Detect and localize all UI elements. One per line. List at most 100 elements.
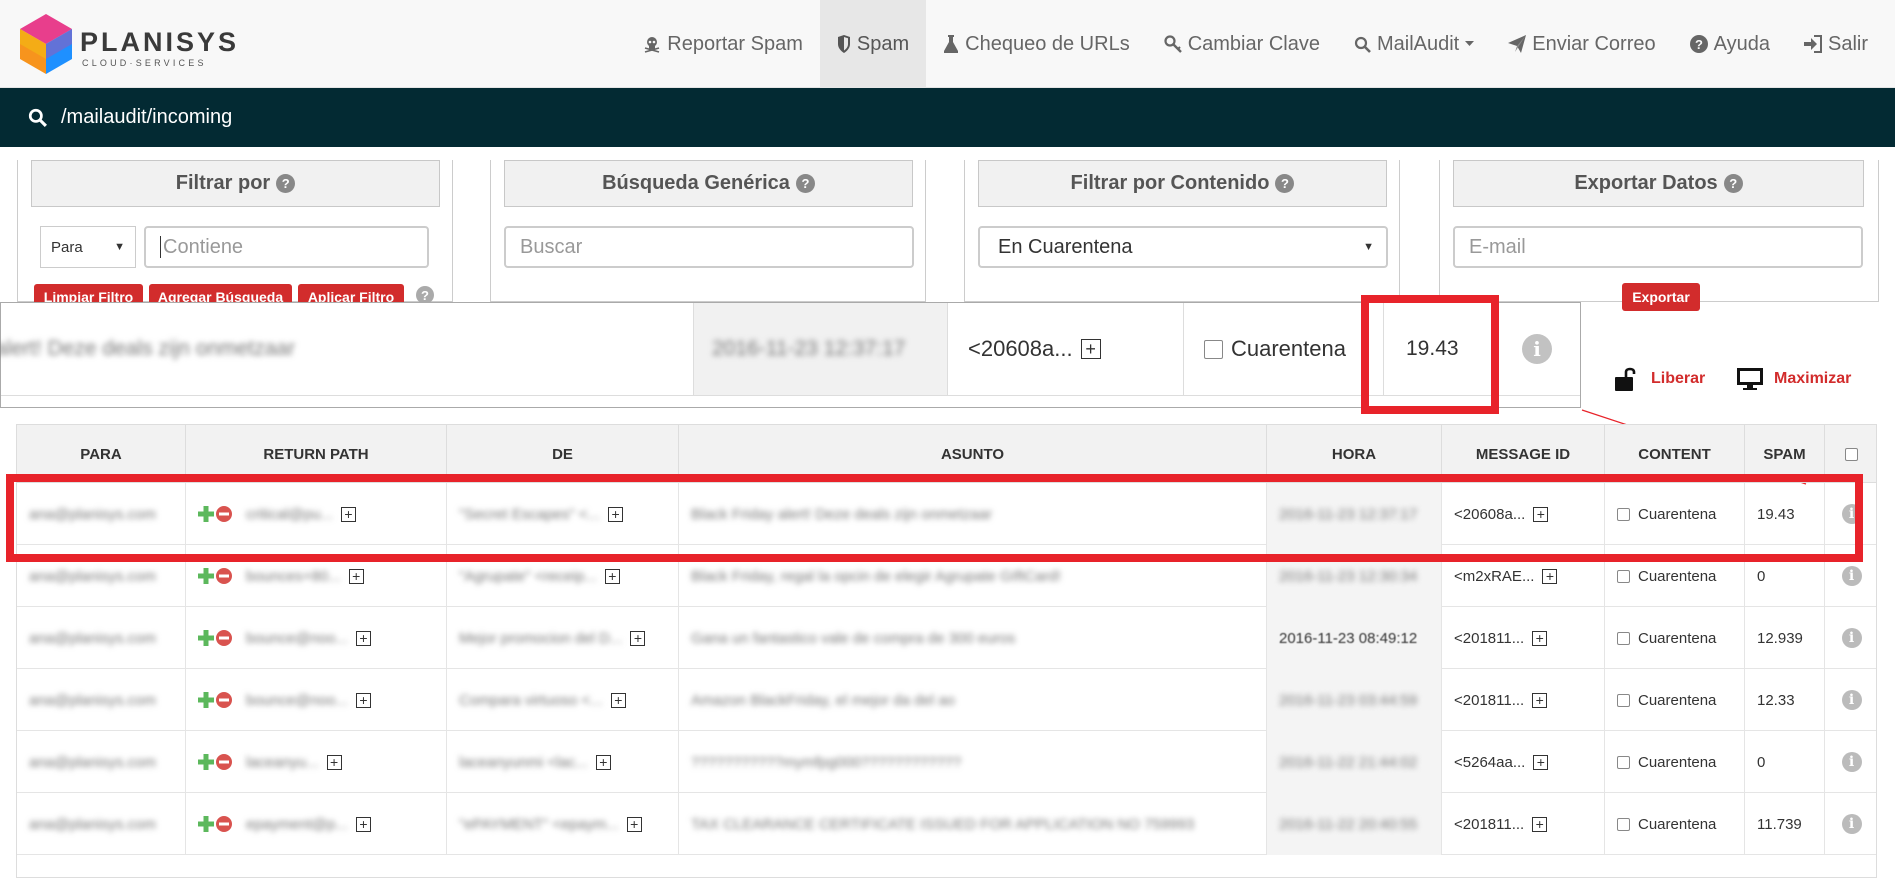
whitelist-blacklist-controls xyxy=(198,816,232,832)
expand-plus-icon[interactable]: + xyxy=(595,754,611,770)
expand-plus-icon[interactable]: + xyxy=(1532,692,1548,708)
quarantine-checkbox[interactable] xyxy=(1617,693,1630,707)
cell-message-id: <201811... + xyxy=(1442,669,1605,731)
quarantine-checkbox[interactable] xyxy=(1617,817,1630,831)
cell-content: Cuarentena xyxy=(1605,607,1745,669)
asunto-value: ???????????mymfpg000???????????? xyxy=(691,753,962,771)
plus-green-icon[interactable] xyxy=(198,692,214,708)
hora-value: 2016-11-23 03:44:59 xyxy=(1279,691,1418,709)
para-value: ana@planisys.com xyxy=(29,815,156,833)
cell-para: ana@planisys.com xyxy=(17,793,186,855)
content-value: Cuarentena xyxy=(1638,753,1717,771)
plus-green-icon[interactable] xyxy=(198,816,214,832)
expand-plus-icon[interactable]: + xyxy=(610,692,626,708)
expand-plus-icon[interactable]: + xyxy=(1542,568,1558,584)
expand-plus-icon[interactable]: + xyxy=(1533,754,1549,770)
spam-score: 12.939 xyxy=(1757,629,1803,647)
cell-para: ana@planisys.com xyxy=(17,669,186,731)
expand-plus-icon[interactable]: + xyxy=(1532,816,1548,832)
minus-red-icon[interactable] xyxy=(216,754,232,770)
cell-return-path: bounce@noo... + xyxy=(186,607,447,669)
expand-plus-icon[interactable]: + xyxy=(1532,630,1548,646)
hora-value: 2016-11-22 20:40:55 xyxy=(1279,815,1418,833)
info-icon[interactable]: i xyxy=(1841,566,1862,586)
asunto-value: TAX CLEARANCE CERTIFICATE ISSUED FOR APP… xyxy=(691,815,1195,833)
asunto-value: Gana un fantastico vale de compra de 300… xyxy=(691,629,1016,647)
message-id-value: <201811... xyxy=(1454,691,1525,709)
monitor-icon xyxy=(1737,368,1763,390)
expand-plus-icon[interactable]: + xyxy=(326,754,342,770)
whitelist-blacklist-controls xyxy=(198,754,232,770)
expand-plus-icon[interactable]: + xyxy=(355,630,371,646)
message-id-value: <m2xRAE... xyxy=(1454,567,1535,585)
cell-spam: 11.739 xyxy=(1745,793,1825,855)
cell-hora: 2016-11-22 21:44:02 xyxy=(1267,731,1442,793)
info-icon[interactable]: i xyxy=(1841,690,1862,710)
cell-info: i xyxy=(1825,607,1876,669)
plus-green-icon[interactable] xyxy=(198,754,214,770)
minus-red-icon[interactable] xyxy=(216,630,232,646)
cell-asunto: Amazon BlackFriday, el mejor da del ao xyxy=(679,669,1267,731)
de-value: Mejor promocion del D... xyxy=(459,629,623,647)
cell-info: i xyxy=(1825,731,1876,793)
quarantine-checkbox[interactable] xyxy=(1617,569,1630,583)
spam-score: 0 xyxy=(1757,567,1766,585)
quarantine-checkbox[interactable] xyxy=(1617,631,1630,645)
return-path-value: bounce@noo... xyxy=(246,691,348,709)
table-row[interactable]: ana@planisys.com bounce@noo... + Compara… xyxy=(17,669,1876,731)
cell-de: Compara virtuoso <... + xyxy=(447,669,679,731)
maximizar-action[interactable]: Maximizar xyxy=(1736,362,1851,396)
whitelist-blacklist-controls xyxy=(198,568,232,584)
cell-para: ana@planisys.com xyxy=(17,607,186,669)
cell-spam: 12.33 xyxy=(1745,669,1825,731)
expand-plus-icon[interactable]: + xyxy=(604,568,620,584)
cell-content: Cuarentena xyxy=(1605,669,1745,731)
quarantine-checkbox[interactable] xyxy=(1617,755,1630,769)
maximizar-label: Maximizar xyxy=(1774,370,1852,387)
unlock-icon xyxy=(1615,367,1636,391)
expand-plus-icon[interactable]: + xyxy=(355,692,371,708)
minus-red-icon[interactable] xyxy=(216,816,232,832)
content-value: Cuarentena xyxy=(1638,691,1717,709)
table-row[interactable]: ana@planisys.com laceanyu... + laceanyun… xyxy=(17,731,1876,793)
info-icon[interactable]: i xyxy=(1841,752,1862,772)
whitelist-blacklist-controls xyxy=(198,630,232,646)
cell-return-path: epayment@p... + xyxy=(186,793,447,855)
cell-asunto: Gana un fantastico vale de compra de 300… xyxy=(679,607,1267,669)
minus-red-icon[interactable] xyxy=(216,692,232,708)
cell-message-id: <5264aa... + xyxy=(1442,731,1605,793)
plus-green-icon[interactable] xyxy=(198,630,214,646)
table-row[interactable]: ana@planisys.com epayment@p... + "ePAYME… xyxy=(17,793,1876,855)
whitelist-blacklist-controls xyxy=(198,692,232,708)
return-path-value: epayment@p... xyxy=(246,815,348,833)
cell-hora: 2016-11-22 20:40:55 xyxy=(1267,793,1442,855)
spam-score: 11.739 xyxy=(1757,815,1802,833)
plus-green-icon[interactable] xyxy=(198,568,214,584)
table-row[interactable]: ana@planisys.com bounce@noo... + Mejor p… xyxy=(17,607,1876,669)
cell-de: laceanyunmi <lac... + xyxy=(447,731,679,793)
cell-para: ana@planisys.com xyxy=(17,731,186,793)
return-path-value: laceanyu... xyxy=(246,753,319,771)
spam-score: 12.33 xyxy=(1757,691,1795,709)
expand-plus-icon[interactable]: + xyxy=(626,816,642,832)
info-icon[interactable]: i xyxy=(1841,814,1862,834)
expand-plus-icon[interactable]: + xyxy=(630,630,646,646)
liberar-action[interactable]: Liberar xyxy=(1613,362,1705,396)
hora-value: 2016-11-23 08:49:12 xyxy=(1279,629,1418,647)
message-id-value: <201811... xyxy=(1454,629,1525,647)
expand-plus-icon[interactable]: + xyxy=(355,816,371,832)
cell-content: Cuarentena xyxy=(1605,793,1745,855)
minus-red-icon[interactable] xyxy=(216,568,232,584)
cell-hora: 2016-11-23 08:49:12 xyxy=(1267,607,1442,669)
cell-message-id: <201811... + xyxy=(1442,607,1605,669)
select-all-checkbox[interactable] xyxy=(1845,447,1858,461)
info-icon[interactable]: i xyxy=(1841,628,1862,648)
para-value: ana@planisys.com xyxy=(29,629,156,647)
para-value: ana@planisys.com xyxy=(29,691,156,709)
content-value: Cuarentena xyxy=(1638,629,1717,647)
hora-value: 2016-11-23 12:30:34 xyxy=(1279,567,1418,585)
message-id-value: <5264aa... xyxy=(1454,753,1526,771)
expand-plus-icon[interactable]: + xyxy=(348,568,364,584)
asunto-value: Amazon BlackFriday, el mejor da del ao xyxy=(691,691,956,709)
de-value: laceanyunmi <lac... xyxy=(459,753,588,771)
